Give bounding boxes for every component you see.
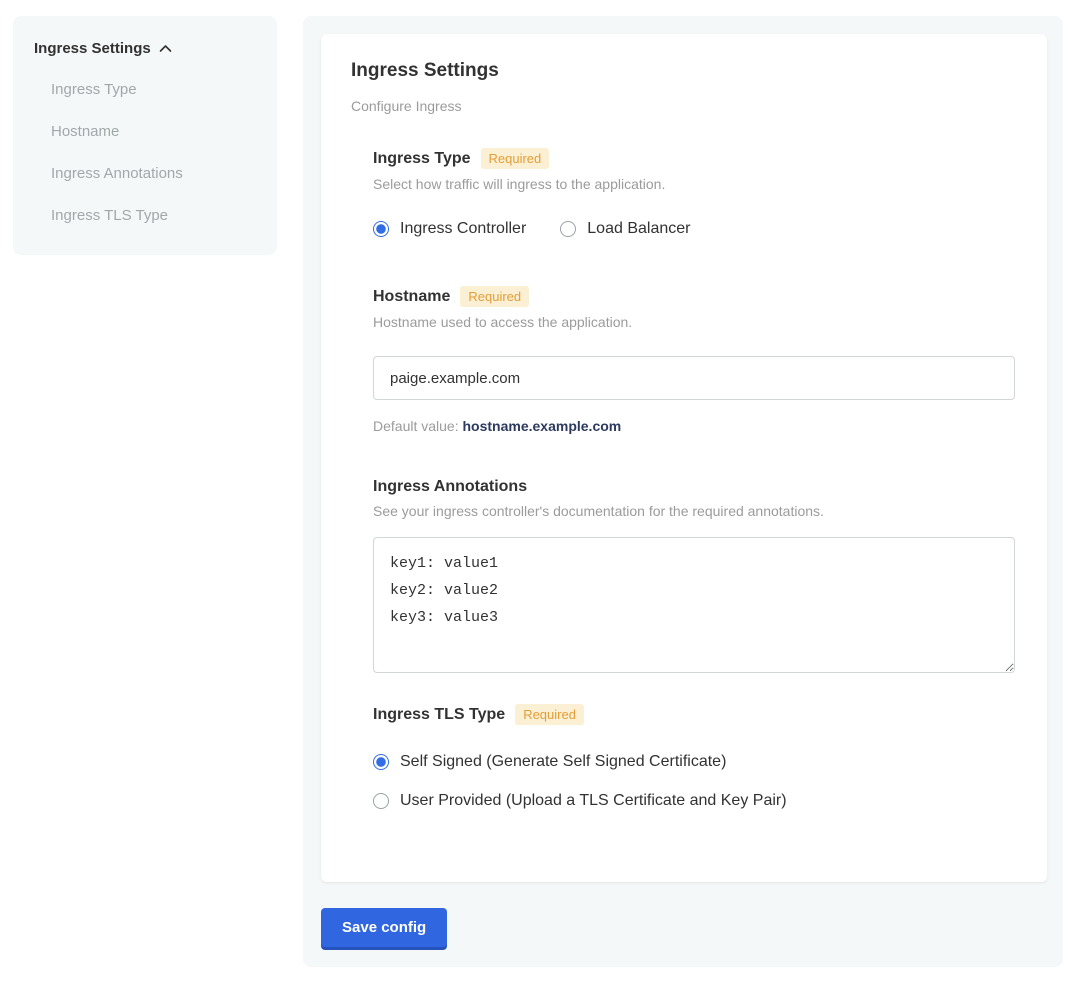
section-hostname-header: Hostname Required	[373, 286, 1015, 307]
sidebar-group-ingress-settings[interactable]: Ingress Settings	[34, 40, 257, 57]
section-hostname-title: Hostname	[373, 288, 450, 306]
radio-label-self-signed: Self Signed (Generate Self Signed Certif…	[400, 753, 726, 771]
config-card: Ingress Settings Configure Ingress Ingre…	[321, 34, 1047, 882]
hostname-default-label: Default value:	[373, 418, 459, 434]
radio-option-load-balancer[interactable]: Load Balancer	[560, 220, 690, 238]
radio-label-load-balancer: Load Balancer	[587, 220, 690, 238]
chevron-up-icon	[159, 44, 172, 53]
sidebar-item-ingress-type[interactable]: Ingress Type	[51, 81, 257, 99]
radio-label-ingress-controller: Ingress Controller	[400, 220, 526, 238]
save-row: Save config	[321, 908, 1047, 947]
sidebar-item-list: Ingress Type Hostname Ingress Annotation…	[34, 81, 257, 225]
radio-input-user-provided[interactable]	[373, 793, 389, 809]
section-ingress-type-help: Select how traffic will ingress to the a…	[373, 176, 1015, 192]
hostname-default-value: hostname.example.com	[463, 418, 622, 434]
required-badge: Required	[460, 286, 529, 307]
section-annotations-title: Ingress Annotations	[373, 478, 527, 496]
sidebar-item-ingress-annotations[interactable]: Ingress Annotations	[51, 165, 257, 183]
page-subtitle: Configure Ingress	[351, 98, 1015, 114]
section-tls-title: Ingress TLS Type	[373, 706, 505, 724]
radio-label-user-provided: User Provided (Upload a TLS Certificate …	[400, 792, 787, 810]
radio-option-user-provided[interactable]: User Provided (Upload a TLS Certificate …	[373, 792, 1015, 810]
section-ingress-tls-type: Ingress TLS Type Required Self Signed (G…	[373, 704, 1015, 810]
required-badge: Required	[515, 704, 584, 725]
sidebar-item-hostname[interactable]: Hostname	[51, 123, 257, 141]
radio-input-ingress-controller[interactable]	[373, 221, 389, 237]
radio-option-ingress-controller[interactable]: Ingress Controller	[373, 220, 526, 238]
save-config-button[interactable]: Save config	[321, 908, 447, 947]
page: Ingress Settings Ingress Type Hostname I…	[0, 0, 1090, 983]
section-tls-header: Ingress TLS Type Required	[373, 704, 1015, 725]
hostname-input[interactable]	[373, 356, 1015, 400]
sidebar-group-label: Ingress Settings	[34, 40, 151, 57]
radio-input-self-signed[interactable]	[373, 754, 389, 770]
required-badge: Required	[481, 148, 550, 169]
section-annotations-help: See your ingress controller's documentat…	[373, 503, 1015, 519]
page-title: Ingress Settings	[351, 60, 1015, 82]
section-ingress-type-header: Ingress Type Required	[373, 148, 1015, 169]
ingress-annotations-textarea[interactable]: key1: value1 key2: value2 key3: value3	[373, 537, 1015, 673]
sidebar-item-ingress-tls-type[interactable]: Ingress TLS Type	[51, 207, 257, 225]
section-ingress-type-title: Ingress Type	[373, 150, 471, 168]
ingress-type-radio-group: Ingress Controller Load Balancer	[373, 220, 1015, 238]
radio-option-self-signed[interactable]: Self Signed (Generate Self Signed Certif…	[373, 753, 1015, 771]
hostname-default-line: Default value: hostname.example.com	[373, 418, 1015, 434]
config-area: Ingress Settings Configure Ingress Ingre…	[303, 16, 1063, 967]
section-ingress-annotations: Ingress Annotations See your ingress con…	[373, 478, 1015, 678]
section-annotations-header: Ingress Annotations	[373, 478, 1015, 496]
radio-input-load-balancer[interactable]	[560, 221, 576, 237]
section-ingress-type: Ingress Type Required Select how traffic…	[373, 148, 1015, 238]
tls-type-radio-group: Self Signed (Generate Self Signed Certif…	[373, 753, 1015, 810]
section-hostname-help: Hostname used to access the application.	[373, 314, 1015, 330]
section-hostname: Hostname Required Hostname used to acces…	[373, 286, 1015, 434]
config-nav-sidebar: Ingress Settings Ingress Type Hostname I…	[13, 16, 277, 255]
